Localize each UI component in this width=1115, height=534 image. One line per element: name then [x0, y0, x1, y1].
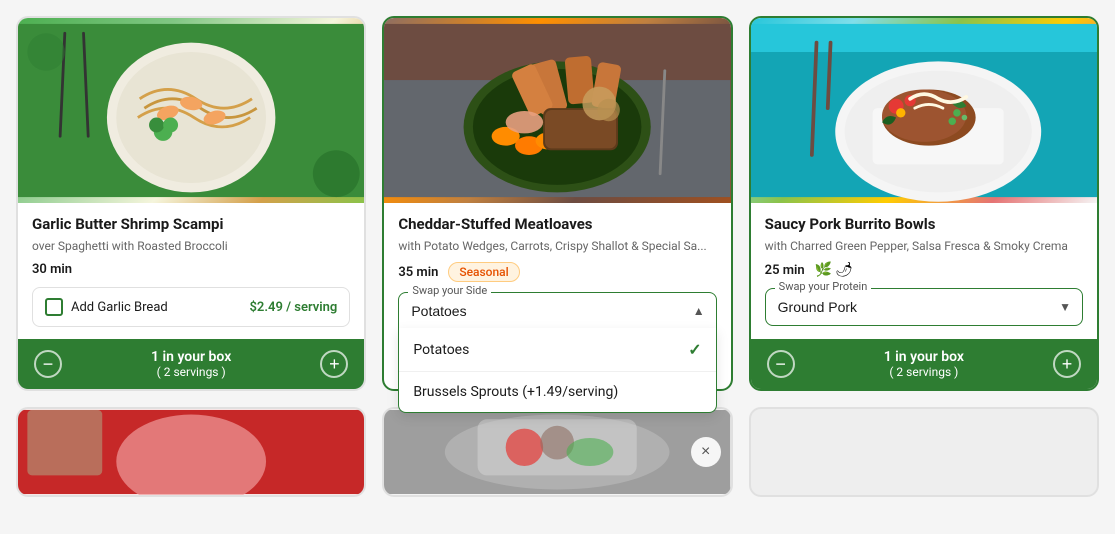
addon-price-shrimp: $2.49 / serving [250, 300, 338, 315]
card-body-meatloaf: Cheddar-Stuffed Meatloaves with Potato W… [384, 203, 730, 389]
card-time-burrito: 25 min [765, 263, 805, 278]
footer-count-shrimp: 1 in your box ( 2 servings ) [62, 349, 320, 379]
card-meta-meatloaf: 35 min Seasonal [398, 262, 716, 282]
swap-container-protein: Swap your Protein Ground Pork ▼ [765, 288, 1083, 326]
dropdown-option-brussels[interactable]: Brussels Sprouts (+1.49/serving) [399, 372, 715, 412]
card-subtitle-shrimp: over Spaghetti with Roasted Broccoli [32, 238, 350, 255]
spice-icons-burrito: 🌿 🌶 [815, 262, 853, 278]
decrement-button-shrimp[interactable]: − [34, 350, 62, 378]
footer-count-burrito: 1 in your box ( 2 servings ) [795, 349, 1053, 379]
bottom-card-veggie: × [382, 407, 732, 497]
card-burrito: Saucy Pork Burrito Bowls with Charred Gr… [749, 16, 1099, 391]
swap-select-protein[interactable]: Ground Pork [765, 288, 1083, 326]
card-meatloaves: Cheddar-Stuffed Meatloaves with Potato W… [382, 16, 732, 391]
swap-label-protein: Swap your Protein [775, 280, 872, 293]
card-meta-burrito: 25 min 🌿 🌶 [765, 262, 1083, 278]
increment-button-burrito[interactable]: + [1053, 350, 1081, 378]
card-title-meatloaf: Cheddar-Stuffed Meatloaves [398, 215, 716, 235]
addon-left-shrimp: Add Garlic Bread [45, 298, 168, 316]
card-subtitle-burrito: with Charred Green Pepper, Salsa Fresca … [765, 238, 1083, 255]
card-image-meatloaf [384, 18, 730, 203]
swap-container-side: Swap your Side Potatoes Brussels Sprouts… [398, 292, 716, 329]
card-subtitle-meatloaf: with Potato Wedges, Carrots, Crispy Shal… [398, 238, 716, 255]
close-icon: × [701, 443, 710, 461]
badge-seasonal: Seasonal [448, 262, 519, 282]
card-title-burrito: Saucy Pork Burrito Bowls [765, 215, 1083, 235]
bottom-cards-grid: × [16, 407, 1099, 497]
addon-checkbox-shrimp[interactable] [45, 298, 63, 316]
decrement-button-burrito[interactable]: − [767, 350, 795, 378]
increment-button-shrimp[interactable]: + [320, 350, 348, 378]
bottom-card-thai [16, 407, 366, 497]
addon-label-shrimp: Add Garlic Bread [71, 300, 168, 315]
card-body-shrimp: Garlic Butter Shrimp Scampi over Spaghet… [18, 203, 364, 339]
cards-grid: Garlic Butter Shrimp Scampi over Spaghet… [16, 16, 1099, 391]
swap-label-side: Swap your Side [408, 284, 491, 297]
card-footer-shrimp: − 1 in your box ( 2 servings ) + [18, 339, 364, 389]
card-time-meatloaf: 35 min [398, 265, 438, 280]
bottom-card-empty [749, 407, 1099, 497]
card-footer-burrito: − 1 in your box ( 2 servings ) + [751, 339, 1097, 389]
pepper-icon: 🌶 [835, 262, 853, 278]
addon-row-shrimp[interactable]: Add Garlic Bread $2.49 / serving [32, 287, 350, 327]
card-time-shrimp: 30 min [32, 262, 72, 277]
card-image-shrimp [18, 18, 364, 203]
check-icon-potatoes: ✓ [688, 340, 701, 359]
close-button-veggie[interactable]: × [691, 437, 721, 467]
card-body-burrito: Saucy Pork Burrito Bowls with Charred Gr… [751, 203, 1097, 339]
dropdown-option-potatoes[interactable]: Potatoes ✓ [399, 328, 715, 372]
card-image-burrito [751, 18, 1097, 203]
card-meta-shrimp: 30 min [32, 262, 350, 277]
card-shrimp-scampi: Garlic Butter Shrimp Scampi over Spaghet… [16, 16, 366, 391]
card-title-shrimp: Garlic Butter Shrimp Scampi [32, 215, 350, 235]
herb-icon: 🌿 [815, 262, 832, 278]
swap-select-side[interactable]: Potatoes Brussels Sprouts (+1.49/serving… [398, 292, 716, 329]
dropdown-options-side: Potatoes ✓ Brussels Sprouts (+1.49/servi… [398, 328, 716, 413]
